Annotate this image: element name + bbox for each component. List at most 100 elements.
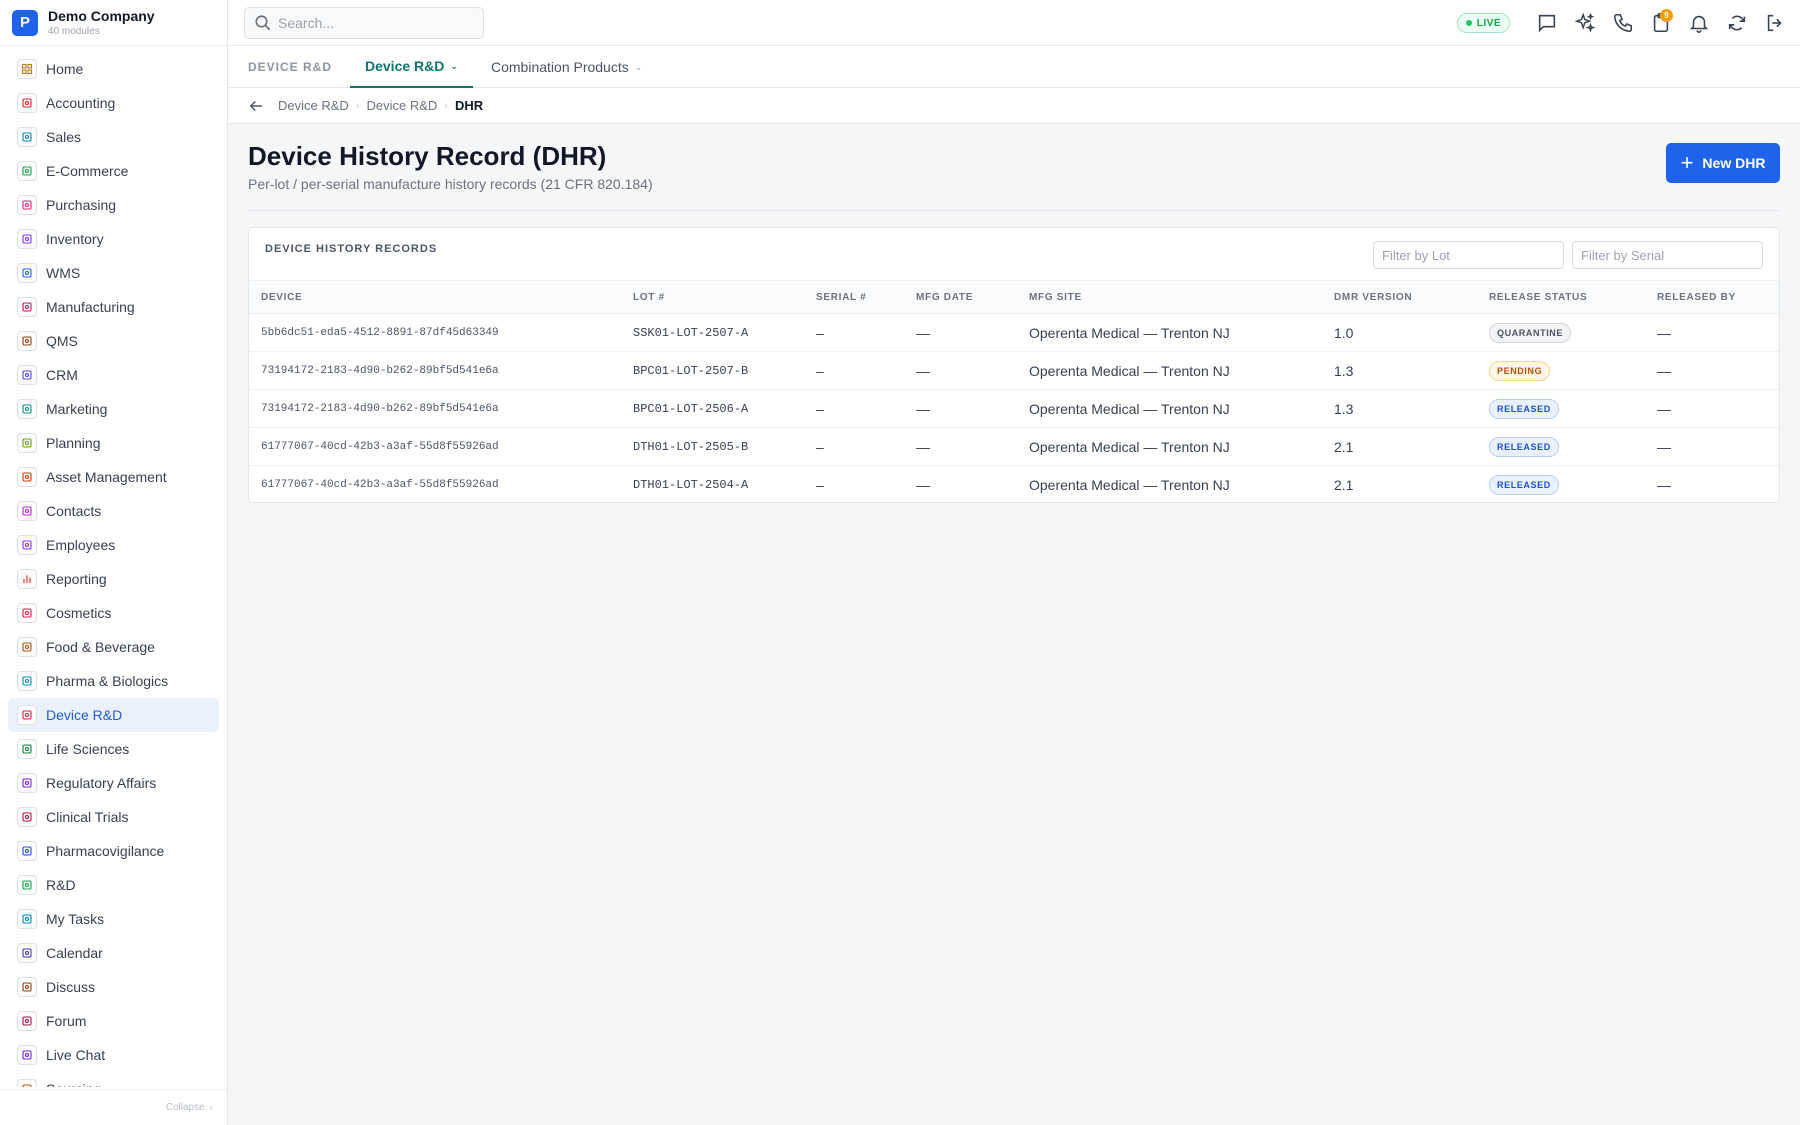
tab-device-rnd[interactable]: Device R&D ⌄ — [350, 46, 473, 88]
sidebar-item-inventory[interactable]: Inventory — [8, 222, 219, 256]
mfg-date-cell: — — [904, 427, 1017, 466]
serial-number-cell: – — [804, 313, 904, 352]
sidebar-item-clinical-trials[interactable]: Clinical Trials — [8, 800, 219, 834]
sidebar-item-wms[interactable]: WMS — [8, 256, 219, 290]
sync-button[interactable] — [1722, 8, 1752, 38]
column-header[interactable]: RELEASED BY — [1645, 280, 1779, 314]
sidebar-item-r-d[interactable]: R&D — [8, 868, 219, 902]
sidebar-item-pharma-biologics[interactable]: Pharma & Biologics — [8, 664, 219, 698]
tab-combination-products[interactable]: Combination Products ⌄ — [476, 46, 657, 88]
logout-button[interactable] — [1760, 8, 1790, 38]
messages-button[interactable] — [1532, 8, 1562, 38]
sidebar-item-label: CRM — [46, 367, 78, 383]
serial-number-cell: – — [804, 465, 904, 502]
sidebar-item-reporting[interactable]: Reporting — [8, 562, 219, 596]
search-box[interactable] — [244, 7, 484, 39]
sidebar-item-label: Sourcing — [46, 1081, 101, 1087]
sidebar-item-asset-management[interactable]: Asset Management — [8, 460, 219, 494]
shield-icon — [17, 841, 37, 861]
table-row[interactable]: 73194172-2183-4d90-b262-89bf5d541e6a BPC0… — [249, 351, 1779, 390]
sidebar-item-label: Planning — [46, 435, 101, 451]
sidebar-item-planning[interactable]: Planning — [8, 426, 219, 460]
device-id-cell: 73194172-2183-4d90-b262-89bf5d541e6a — [249, 351, 621, 390]
sparkles-icon — [1574, 12, 1596, 33]
sidebar-item-home[interactable]: Home — [8, 52, 219, 86]
tab-label: Combination Products — [491, 59, 629, 75]
brand-header[interactable]: P Demo Company 40 modules — [0, 0, 227, 46]
arrow-left-icon — [249, 100, 262, 111]
filter-lot-input[interactable] — [1373, 241, 1564, 269]
new-dhr-button[interactable]: + New DHR — [1666, 143, 1780, 183]
column-header[interactable]: MFG DATE — [904, 280, 1017, 314]
sidebar-item-qms[interactable]: QMS — [8, 324, 219, 358]
sidebar-item-discuss[interactable]: Discuss — [8, 970, 219, 1004]
sidebar-item-life-sciences[interactable]: Life Sciences — [8, 732, 219, 766]
card-title: DEVICE HISTORY RECORDS — [265, 243, 438, 255]
sidebar-item-contacts[interactable]: Contacts — [8, 494, 219, 528]
sidebar-item-live-chat[interactable]: Live Chat — [8, 1038, 219, 1072]
table-row[interactable]: 61777067-40cd-42b3-a3af-55d8f55926ad DTH0… — [249, 427, 1779, 466]
column-header[interactable]: MFG SITE — [1017, 280, 1322, 314]
column-header[interactable]: RELEASE STATUS — [1477, 280, 1645, 314]
column-header[interactable]: SERIAL # — [804, 280, 904, 314]
table-row[interactable]: 73194172-2183-4d90-b262-89bf5d541e6a BPC0… — [249, 389, 1779, 428]
breadcrumb: Device R&D › Device R&D › DHR — [228, 88, 1800, 124]
sidebar-item-calendar[interactable]: Calendar — [8, 936, 219, 970]
breadcrumb-link[interactable]: Device R&D — [278, 98, 349, 113]
sidebar-item-purchasing[interactable]: Purchasing — [8, 188, 219, 222]
sidebar-nav: Home Accounting Sales E-Commerce Purchasing I… — [0, 46, 227, 1087]
sidebar-item-manufacturing[interactable]: Manufacturing — [8, 290, 219, 324]
bank-icon — [17, 93, 37, 113]
live-label: LIVE — [1476, 17, 1501, 29]
breadcrumb-link[interactable]: Device R&D — [366, 98, 437, 113]
user-icon — [17, 127, 37, 147]
ai-assistant-button[interactable] — [1570, 8, 1600, 38]
sidebar-item-regulatory-affairs[interactable]: Regulatory Affairs — [8, 766, 219, 800]
notifications-button[interactable] — [1684, 8, 1714, 38]
table-row[interactable]: 61777067-40cd-42b3-a3af-55d8f55926ad DTH0… — [249, 465, 1779, 502]
filter-serial-input[interactable] — [1572, 241, 1763, 269]
mfg-site-cell: Operenta Medical — Trenton NJ — [1017, 389, 1322, 428]
cog-icon — [17, 705, 37, 725]
sidebar-item-device-r-d[interactable]: Device R&D — [8, 698, 219, 732]
records-card: DEVICE HISTORY RECORDS DEVICE LOT # SERI… — [248, 227, 1780, 503]
sidebar-item-label: Life Sciences — [46, 741, 130, 757]
sidebar-item-label: Accounting — [46, 95, 116, 111]
tab-section-label: DEVICE R&D — [248, 60, 333, 74]
sidebar-item-cosmetics[interactable]: Cosmetics — [8, 596, 219, 630]
device-id-cell: 73194172-2183-4d90-b262-89bf5d541e6a — [249, 389, 621, 428]
sidebar-item-sourcing[interactable]: Sourcing — [8, 1072, 219, 1087]
sidebar-item-label: Regulatory Affairs — [46, 775, 157, 791]
sidebar-item-accounting[interactable]: Accounting — [8, 86, 219, 120]
sidebar-item-forum[interactable]: Forum — [8, 1004, 219, 1038]
factory-icon — [17, 297, 37, 317]
dmr-version-cell: 2.1 — [1322, 465, 1477, 502]
phone-button[interactable] — [1608, 8, 1638, 38]
mfg-site-cell: Operenta Medical — Trenton NJ — [1017, 351, 1322, 390]
calendar-icon — [17, 943, 37, 963]
lot-number-cell: SSK01-LOT-2507-A — [621, 313, 804, 352]
sidebar-item-sales[interactable]: Sales — [8, 120, 219, 154]
calendar-grid-icon — [17, 433, 37, 453]
sidebar-item-my-tasks[interactable]: My Tasks — [8, 902, 219, 936]
sidebar-item-label: E-Commerce — [46, 163, 129, 179]
table-row[interactable]: 5bb6dc51-eda5-4512-8891-87df45d63349 SSK0… — [249, 313, 1779, 352]
collapse-button[interactable]: Collapse ‹ — [0, 1089, 227, 1125]
back-button[interactable] — [246, 96, 266, 116]
sidebar-item-e-commerce[interactable]: E-Commerce — [8, 154, 219, 188]
sidebar-item-food-beverage[interactable]: Food & Beverage — [8, 630, 219, 664]
sidebar-item-pharmacovigilance[interactable]: Pharmacovigilance — [8, 834, 219, 868]
sidebar-item-crm[interactable]: CRM — [8, 358, 219, 392]
serial-number-cell: – — [804, 427, 904, 466]
chevron-down-icon: ⌄ — [450, 60, 458, 71]
sidebar-item-marketing[interactable]: Marketing — [8, 392, 219, 426]
search-icon — [255, 15, 271, 31]
tasks-notification-button[interactable]: 9 — [1646, 8, 1676, 38]
column-header[interactable]: DMR VERSION — [1322, 280, 1477, 314]
column-header[interactable]: LOT # — [621, 280, 804, 314]
box-icon — [17, 229, 37, 249]
search-input[interactable] — [278, 15, 468, 31]
sidebar-item-employees[interactable]: Employees — [8, 528, 219, 562]
search-doc-icon — [17, 1079, 37, 1087]
column-header[interactable]: DEVICE — [249, 280, 621, 314]
